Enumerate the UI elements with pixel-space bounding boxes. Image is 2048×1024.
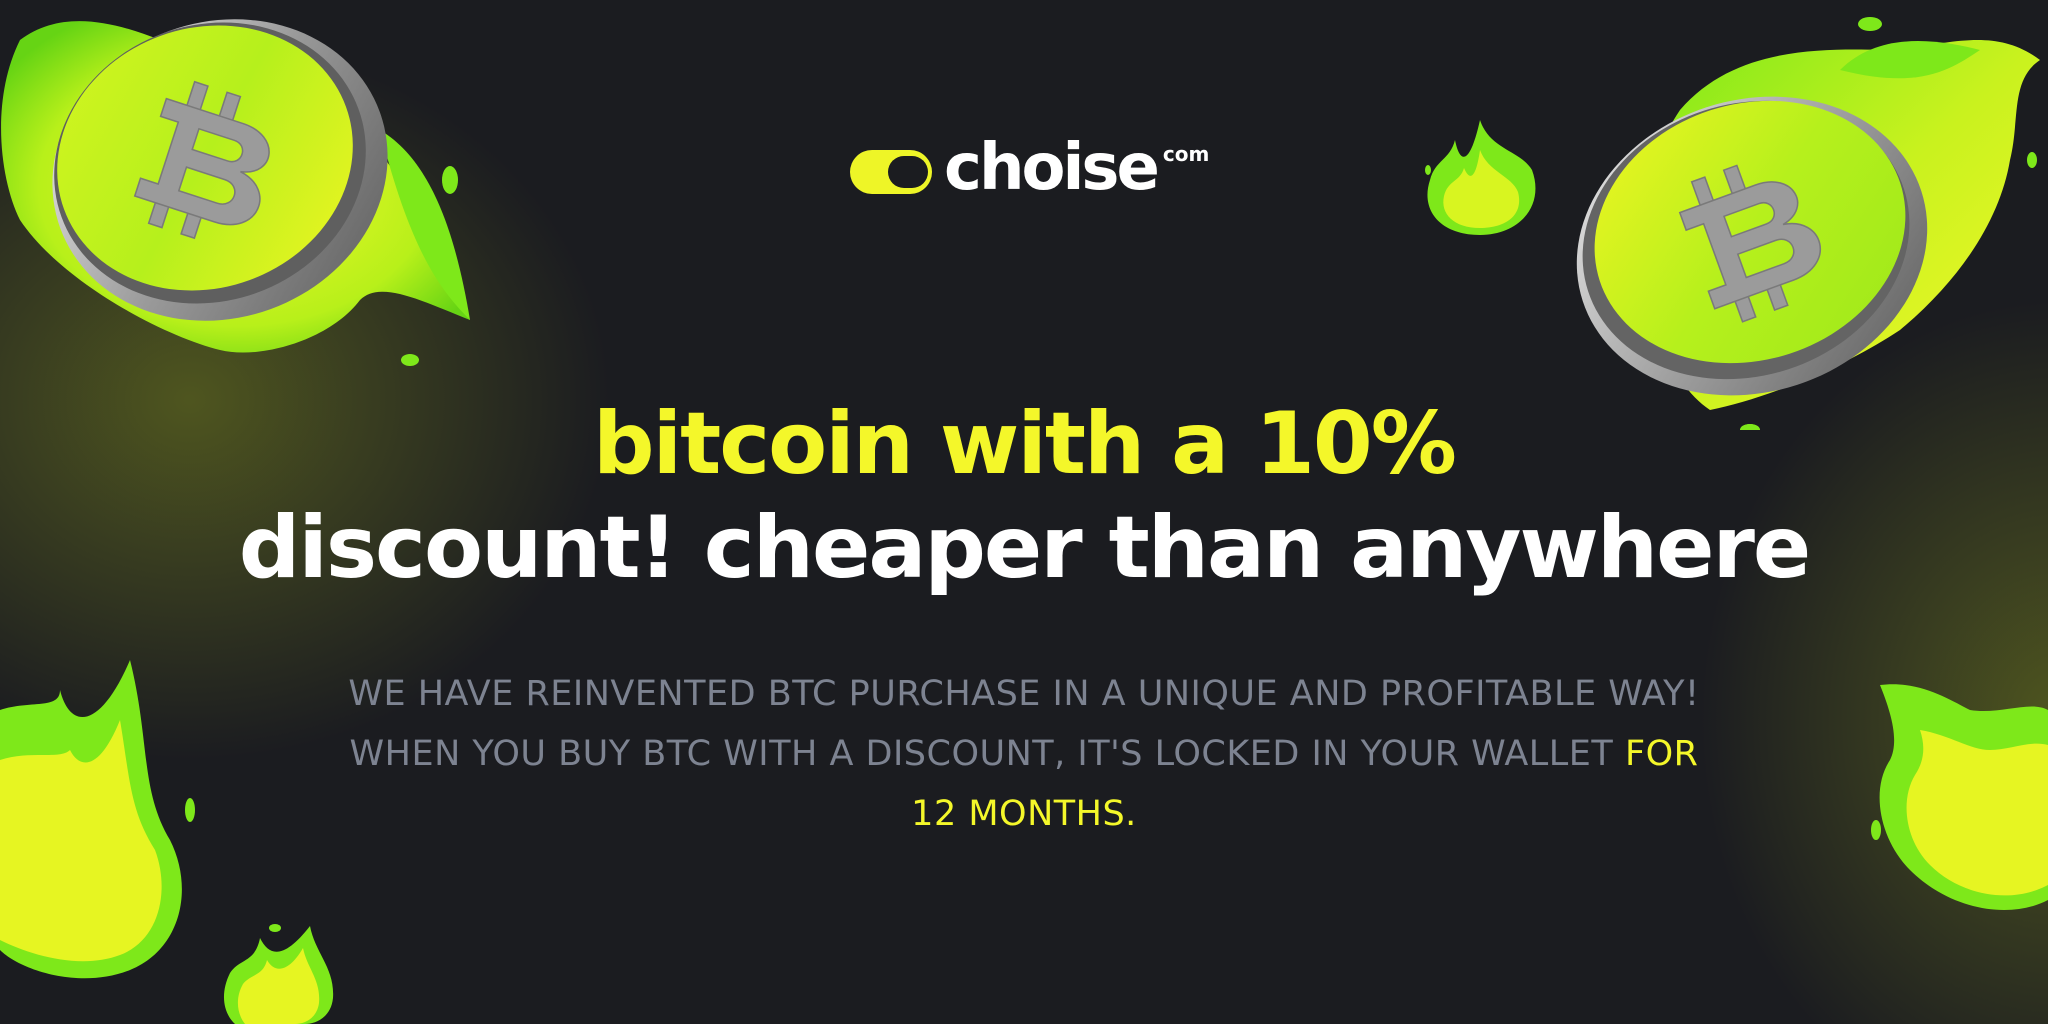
toggle-logo-icon [850,150,932,194]
brand-logo: choise com [850,136,1209,200]
flame-icon [1871,684,2048,910]
description: WE HAVE REINVENTED BTC PURCHASE IN A UNI… [324,664,1724,844]
brand-name: choise [944,131,1160,205]
bitcoin-coin-icon [1,19,470,366]
promo-banner: choise com bitcoin with a 10% discount! … [0,0,2048,1024]
headline-highlight: bitcoin with a 10% [593,394,1457,494]
headline: bitcoin with a 10% discount! cheaper tha… [0,392,2048,600]
brand-tld: com [1162,142,1210,166]
headline-main: discount! cheaper than anywhere [238,498,1811,598]
flame-icon [1425,120,1536,235]
bitcoin-coin-icon [1576,17,2040,430]
description-text: WE HAVE REINVENTED BTC PURCHASE IN A UNI… [348,674,1700,774]
flame-icon [0,660,195,979]
flame-icon [223,924,334,1024]
